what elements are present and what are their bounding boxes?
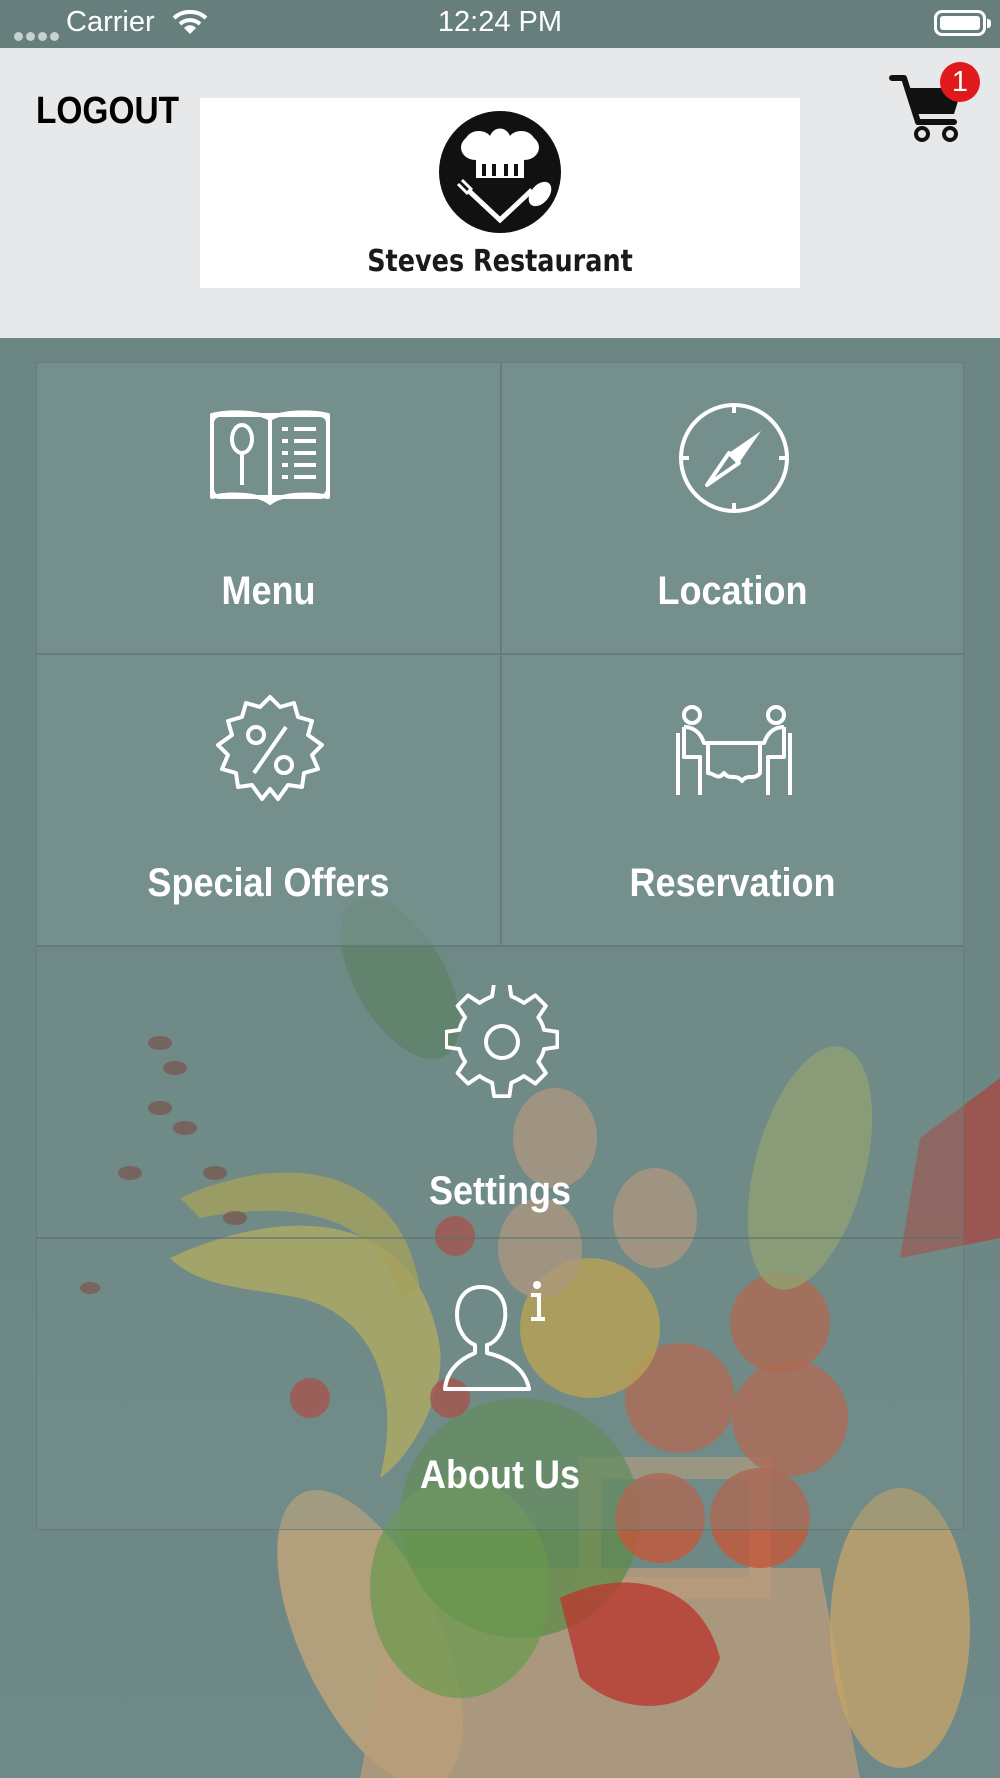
gear-icon: [445, 985, 559, 1099]
logo-text: Steves Restaurant: [367, 244, 633, 279]
status-bar: Carrier 12:24 PM: [0, 0, 1000, 48]
cart-count-badge: 1: [940, 62, 980, 102]
tile-location-label: Location: [657, 569, 808, 613]
tile-settings-label: Settings: [428, 1169, 572, 1213]
dining-table-icon: [676, 705, 792, 795]
tile-special-offers[interactable]: Special Offers: [36, 654, 501, 946]
tile-location[interactable]: Location: [501, 362, 964, 654]
tile-menu-label: Menu: [221, 569, 316, 613]
tile-reservation-label: Reservation: [629, 861, 836, 905]
compass-icon: [679, 403, 789, 513]
tile-about-us-label: About Us: [419, 1453, 580, 1497]
tile-about-us[interactable]: About Us: [36, 1238, 964, 1530]
app-header: LOGOUT Steves Restaurant 1: [0, 48, 1000, 338]
menu-book-icon: [210, 410, 330, 505]
tile-settings[interactable]: Settings: [36, 946, 964, 1238]
tile-menu[interactable]: Menu: [36, 362, 501, 654]
battery-icon: [934, 10, 991, 36]
percent-badge-icon: [216, 695, 324, 801]
status-time: 12:24 PM: [437, 6, 563, 38]
tile-special-offers-label: Special Offers: [147, 861, 390, 905]
person-info-icon: [443, 1281, 545, 1391]
chef-hat-logo-icon: [439, 111, 561, 233]
restaurant-logo: Steves Restaurant: [200, 98, 800, 288]
tile-reservation[interactable]: Reservation: [501, 654, 964, 946]
logout-button[interactable]: LOGOUT: [36, 90, 179, 133]
